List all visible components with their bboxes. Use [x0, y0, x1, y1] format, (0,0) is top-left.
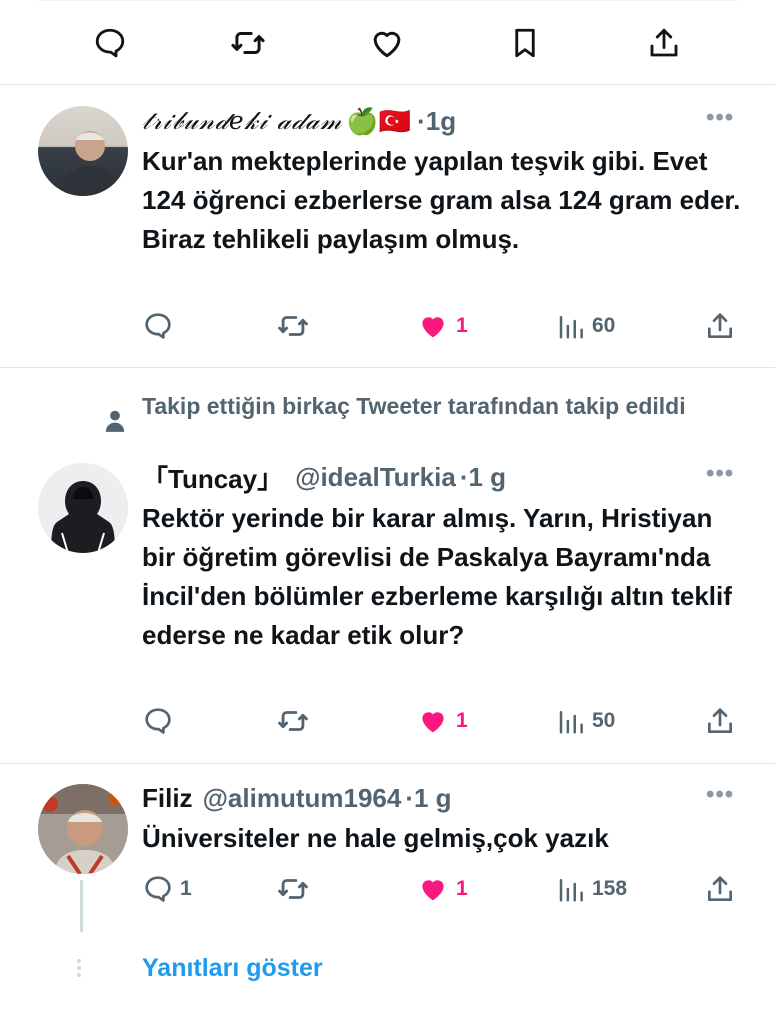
display-name[interactable]: Filiz	[142, 783, 193, 814]
top-action-bar	[0, 0, 775, 84]
views-button[interactable]: 60	[556, 309, 615, 343]
share-icon[interactable]	[704, 872, 736, 906]
handle[interactable]: @alimutum1964	[203, 783, 402, 814]
like-button[interactable]: 1	[416, 309, 468, 343]
reply-icon[interactable]	[142, 704, 174, 738]
views-button[interactable]: 158	[556, 872, 627, 906]
timestamp[interactable]: ·1g	[417, 106, 456, 137]
tweet-actions: 1 60	[140, 309, 740, 343]
retweet-icon[interactable]	[276, 872, 310, 906]
heart-icon[interactable]	[368, 24, 406, 62]
reply-count: 1	[180, 877, 192, 900]
thread-dots	[77, 956, 81, 980]
heart-icon	[422, 712, 444, 733]
like-button[interactable]: 1	[416, 704, 468, 738]
more-icon[interactable]: •••	[706, 781, 734, 809]
tweet-actions: 1 50	[140, 704, 740, 738]
avatar[interactable]	[38, 463, 128, 553]
tweet-text: Kur'an mekteplerinde yapılan teşvik gibi…	[142, 146, 741, 254]
tweet-header: 𝓉𝓇𝒾𝒷𝓊𝓃𝒹𝑒𝓀𝒾 𝒶𝒹𝒶𝓂 🍏🇹🇷 ·1g	[142, 102, 456, 140]
share-icon[interactable]	[704, 309, 736, 343]
more-icon[interactable]: •••	[706, 104, 734, 132]
thread-line	[80, 880, 83, 932]
person-icon	[102, 407, 128, 440]
avatar[interactable]	[38, 784, 128, 874]
tweet-header: 「Tuncay」 @idealTurkia ·1 g	[142, 458, 506, 496]
heart-icon	[422, 317, 444, 338]
share-icon[interactable]	[704, 704, 736, 738]
more-icon[interactable]: •••	[706, 460, 734, 488]
retweet-icon[interactable]	[276, 704, 310, 738]
display-name[interactable]: 「Tuncay」	[142, 459, 283, 496]
reply-button[interactable]: 1	[142, 872, 192, 906]
view-count: 158	[592, 877, 628, 900]
views-icon	[559, 879, 583, 902]
reply-icon[interactable]	[142, 309, 174, 343]
avatar[interactable]	[38, 106, 128, 196]
like-count: 1	[456, 314, 468, 337]
divider	[0, 84, 775, 85]
retweet-icon[interactable]	[276, 309, 310, 343]
timestamp[interactable]: ·1 g	[405, 783, 451, 814]
reply-icon[interactable]	[91, 24, 129, 62]
like-count: 1	[456, 709, 468, 732]
reply-icon	[145, 876, 171, 902]
emoji-badges: 🍏🇹🇷	[346, 105, 412, 136]
views-button[interactable]: 50	[556, 704, 615, 738]
like-count: 1	[456, 877, 468, 900]
views-icon	[559, 711, 583, 734]
divider	[0, 763, 775, 764]
timestamp[interactable]: ·1 g	[460, 462, 506, 493]
divider	[0, 367, 775, 368]
share-icon[interactable]	[645, 24, 683, 62]
retweet-icon[interactable]	[229, 24, 267, 62]
show-replies-link[interactable]: Yanıtları göster	[142, 954, 323, 983]
view-count: 60	[592, 314, 616, 337]
handle[interactable]: @idealTurkia	[295, 462, 456, 493]
views-icon	[559, 316, 583, 339]
social-context[interactable]: Takip ettiğin birkaç Tweeter tarafından …	[142, 391, 702, 422]
tweet-actions: 1 1 158	[140, 872, 740, 906]
tweet-header: Filiz @alimutum1964 ·1 g	[142, 779, 452, 817]
bookmark-icon[interactable]	[506, 24, 544, 62]
tweet-text: Üniversiteler ne hale gelmiş,çok yazık	[142, 823, 609, 853]
heart-icon	[422, 880, 444, 901]
display-name[interactable]: 𝓉𝓇𝒾𝒷𝓊𝓃𝒹𝑒𝓀𝒾 𝒶𝒹𝒶𝓂	[142, 106, 342, 136]
like-button[interactable]: 1	[416, 872, 468, 906]
view-count: 50	[592, 709, 616, 732]
tweet-text: Rektör yerinde bir karar almış. Yarın, H…	[142, 503, 732, 650]
